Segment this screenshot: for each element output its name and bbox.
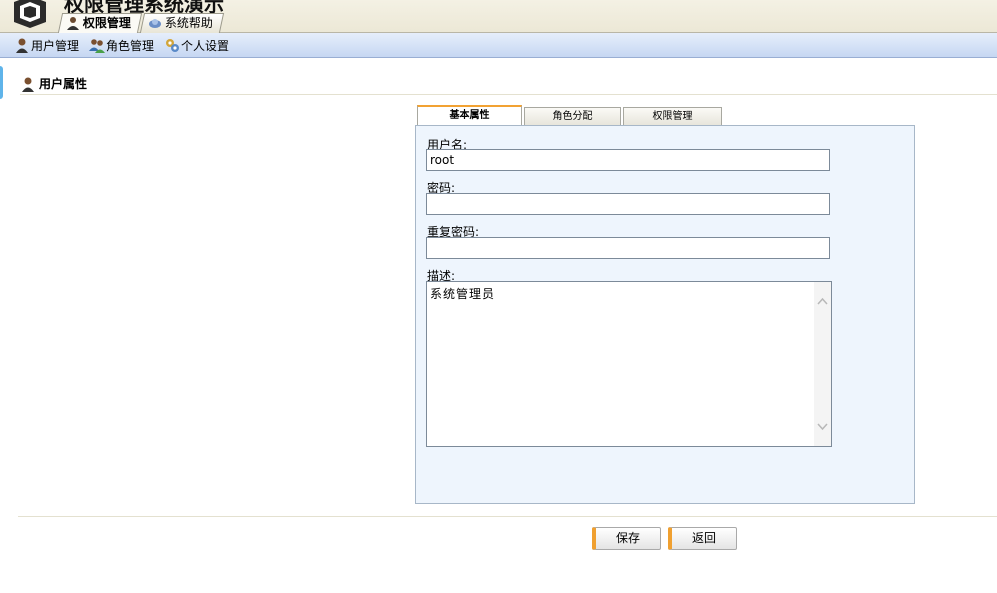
form-tabs: 基本属性 角色分配 权限管理 [417,105,724,126]
chevron-down-icon[interactable] [817,421,828,432]
save-button[interactable]: 保存 [592,527,661,550]
form-panel: 用户名: 密码: 重复密码: 描述: 系统管理员 [415,125,915,504]
user-icon [22,77,34,92]
nav-item-role-management[interactable]: 角色管理 [89,37,154,54]
divider [18,516,997,517]
nav-item-personal-settings[interactable]: 个人设置 [164,37,229,54]
nav-item-label: 角色管理 [106,38,155,53]
username-input[interactable] [426,149,830,171]
tab-label: 权限管理 [82,16,131,30]
nav-item-user-management[interactable]: 用户管理 [14,37,79,54]
page-title: 用户属性 [20,73,997,95]
repeat-password-input[interactable] [426,237,830,259]
left-accent-bar [0,66,3,99]
user-icon [67,17,79,30]
user-icon [16,38,28,53]
users-icon [89,39,106,53]
tab-permission-management[interactable]: 权限管理 [57,13,143,33]
top-tabs: 权限管理 系统帮助 [57,13,225,33]
settings-icon [166,39,180,52]
app-logo-icon [14,0,46,28]
nav-item-label: 用户管理 [31,38,80,53]
tab-role-assignment[interactable]: 角色分配 [524,107,621,126]
tab-label: 系统帮助 [164,16,213,30]
tab-permission-management[interactable]: 权限管理 [623,107,722,126]
app-header: 权限管理系统演示 权限管理 系统帮助 [0,0,997,33]
page-title-text: 用户属性 [39,77,88,91]
chevron-up-icon[interactable] [817,296,828,307]
nav-item-label: 个人设置 [181,38,230,53]
description-textarea[interactable]: 系统管理员 [426,281,832,447]
description-text: 系统管理员 [430,287,496,301]
textarea-scrollbar[interactable] [814,282,831,446]
help-icon [149,19,162,28]
tab-basic-properties[interactable]: 基本属性 [417,105,522,126]
password-input[interactable] [426,193,830,215]
tab-system-help[interactable]: 系统帮助 [139,13,225,33]
nav-bar: 用户管理 角色管理 个人设置 [0,33,997,58]
back-button[interactable]: 返回 [668,527,737,550]
